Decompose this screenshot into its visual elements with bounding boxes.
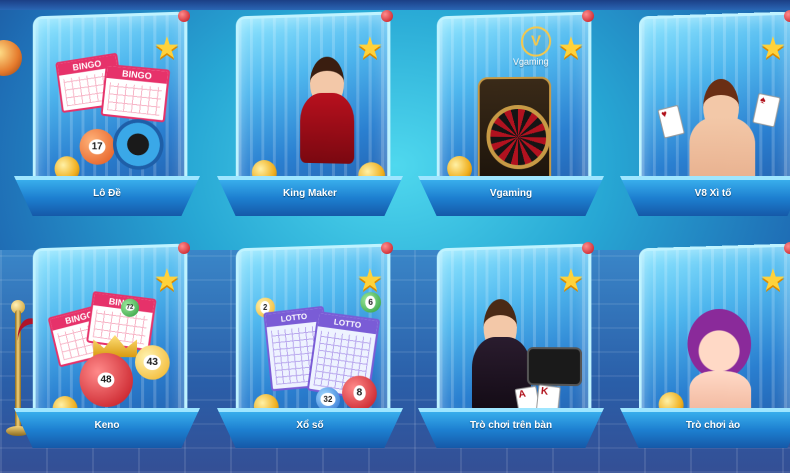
star-icon[interactable]: ★ [152, 34, 182, 64]
roulette-icon [486, 104, 551, 170]
game-card-tro-choi-ao[interactable]: ★ Trò chơi ảo [620, 240, 790, 450]
game-card-v8-xi-to[interactable]: ♥ ♠ ★ V8 Xì tố [620, 8, 790, 218]
star-icon[interactable]: ★ [152, 266, 182, 296]
character-art: A K [468, 288, 588, 421]
red-dot-icon [582, 10, 594, 22]
bingo-ticket: BINGO [100, 63, 171, 123]
game-card-king-maker[interactable]: ★ King Maker [217, 8, 403, 218]
game-card-vgaming[interactable]: V Vgaming ★ Vgaming [418, 8, 604, 218]
character-art [658, 288, 790, 421]
game-card-label: Xổ số [296, 420, 324, 431]
playing-card-icon: ♠ [752, 92, 781, 128]
keno-ball: 72 [120, 298, 140, 317]
bingo-art: BINGO BINGO 17 [54, 52, 184, 189]
red-dot-icon [178, 10, 190, 22]
vgaming-logo-text: Vgaming [512, 56, 549, 67]
game-card-label: Keno [94, 420, 120, 431]
game-card-label: V8 Xì tố [694, 188, 732, 199]
keno-ball: 48 [79, 352, 133, 408]
card-shoe-icon [526, 347, 583, 387]
game-card-lo-de[interactable]: BINGO BINGO 17 ★ Lô Đề [14, 8, 200, 218]
star-icon[interactable]: ★ [556, 34, 586, 64]
red-dot-icon [582, 242, 594, 254]
game-card-label: Vgaming [489, 188, 533, 199]
character-art: ♥ ♠ [657, 56, 790, 189]
lotto-art: 2 LOTTO LOTTO 6 32 8 [253, 288, 387, 421]
character-art [251, 56, 387, 190]
game-card-label: Trò chơi ảo [685, 420, 741, 431]
playing-card-icon: ♥ [657, 104, 685, 139]
game-card-xo-so[interactable]: 2 LOTTO LOTTO 6 32 8 ★ Xổ số [217, 240, 403, 450]
game-card-label: Trò chơi trên bàn [469, 420, 553, 431]
character-body [300, 92, 355, 164]
phone-icon [477, 76, 552, 193]
game-card-keno[interactable]: BINGO BINGO 48 43 72 ★ Keno [14, 240, 200, 450]
star-icon[interactable]: ★ [355, 266, 385, 296]
game-card-tro-choi-tren-ban[interactable]: A K ★ Trò chơi trên bàn [418, 240, 604, 450]
star-icon[interactable]: ★ [758, 266, 788, 296]
game-card-label: Lô Đề [93, 188, 121, 199]
vgaming-logo-icon: V [520, 25, 552, 57]
casino-chip-icon [112, 119, 164, 171]
character-head [687, 308, 752, 380]
bingo-ball: 17 [79, 128, 115, 166]
star-icon[interactable]: ★ [758, 34, 788, 64]
red-dot-icon [784, 10, 790, 22]
red-dot-icon [178, 242, 190, 254]
red-dot-icon [784, 242, 790, 254]
character-body [689, 116, 756, 185]
keno-art: BINGO BINGO 48 43 72 [47, 288, 184, 423]
red-dot-icon [381, 10, 393, 22]
lotto-ball: 8 [342, 375, 377, 411]
red-dot-icon [381, 242, 393, 254]
star-icon[interactable]: ★ [556, 266, 586, 296]
keno-ball: 43 [134, 345, 170, 380]
star-icon[interactable]: ★ [355, 34, 385, 64]
game-card-label: King Maker [283, 188, 337, 199]
